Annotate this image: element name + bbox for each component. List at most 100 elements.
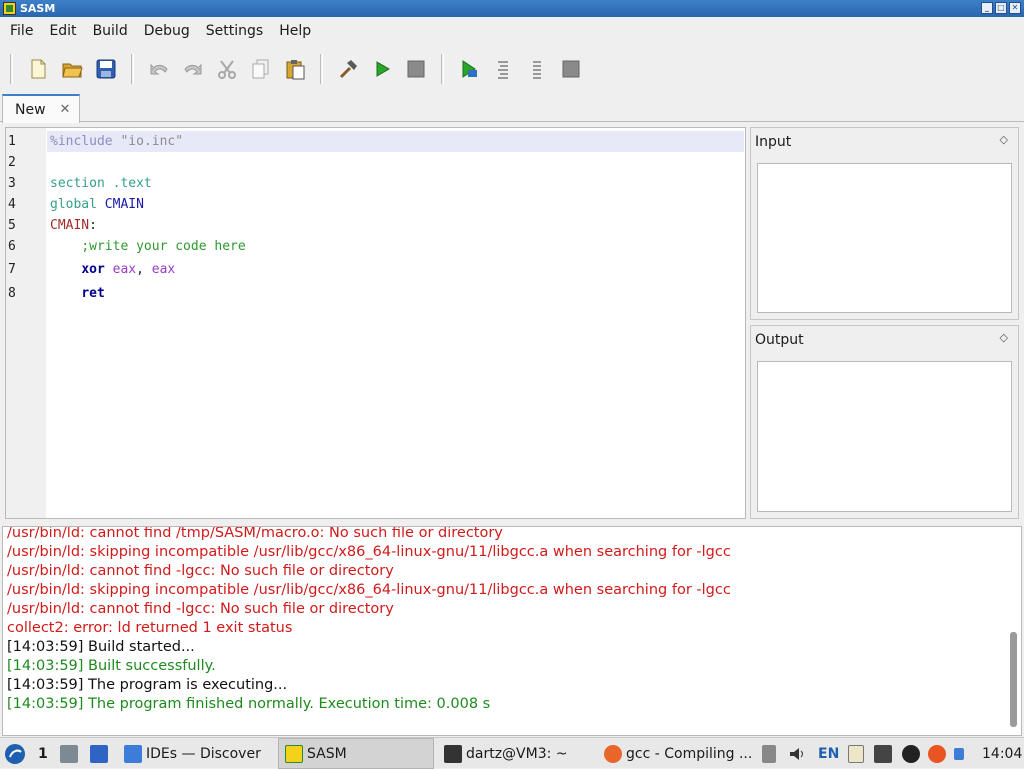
log-line-error: /usr/bin/ld: cannot find -lgcc: No such … [7,601,394,617]
build-log[interactable]: /usr/bin/ld: cannot find /tmp/SASM/macro… [2,526,1022,736]
tray-removable-media[interactable] [762,738,776,769]
menu-file[interactable]: File [2,17,41,45]
line-number: 6 [8,239,16,254]
usb-drive-icon [762,744,776,763]
step-over-icon [498,61,508,79]
task-label: SASM [307,745,347,762]
debug-button[interactable] [452,52,486,86]
code-line[interactable]: 1 %include "io.inc" [6,131,745,152]
desktop-icon [90,744,108,763]
window-titlebar[interactable]: SASM _ □ ✕ [0,0,1024,17]
step-into-icon [533,61,541,79]
instruction: ret [81,286,105,301]
task-label: dartz@VM3: ~ [466,745,568,762]
line-number: 2 [8,155,16,170]
code-line[interactable]: 2 [6,152,745,173]
maximize-icon[interactable]: □ [995,2,1007,14]
log-scrollbar[interactable] [1010,632,1017,727]
taskbar: 1 IDEs — Discover SASM dartz@VM3: ~ gcc … [0,737,1024,769]
code-line[interactable]: 4 global CMAIN [6,194,745,215]
input-textarea[interactable] [757,163,1012,313]
code-line[interactable]: 3 section .text [6,173,745,194]
desktop-switcher[interactable]: 1 [38,738,48,769]
code-line[interactable]: 7 xor eax, eax [6,259,745,280]
tray-clipboard[interactable] [848,738,864,769]
menu-help[interactable]: Help [271,17,319,45]
debug-icon [462,60,477,78]
tray-keyboard-layout[interactable]: EN [818,738,839,769]
step-into-button[interactable] [520,52,554,86]
task-terminal[interactable]: dartz@VM3: ~ [438,738,596,769]
clock[interactable]: 14:04 [982,738,1022,769]
stop-button[interactable] [399,52,433,86]
redo-button[interactable] [176,52,210,86]
show-desktop-launcher[interactable] [90,738,108,769]
code-line[interactable]: 5 CMAIN: [6,215,745,236]
copy-button[interactable] [244,52,278,86]
instruction: xor [81,262,105,277]
stop-debug-icon [562,60,580,78]
float-panel-icon[interactable]: ◇ [1000,133,1008,146]
tray-notification[interactable] [954,738,964,769]
menu-settings[interactable]: Settings [198,17,271,45]
clock-time: 14:04 [982,745,1023,762]
log-line-success: [14:03:59] The program finished normally… [7,696,491,712]
stop-icon [407,60,425,78]
play-icon [376,61,390,77]
open-file-button[interactable] [55,52,89,86]
code-line[interactable]: 6 ;write your code here [6,236,745,257]
tab-bar: New ✕ [0,94,1024,123]
cut-button[interactable] [210,52,244,86]
tray-volume[interactable] [788,738,806,769]
tab-label: New [15,101,46,118]
firefox-icon [604,744,622,763]
code-comment: ;write your code here [81,239,246,254]
float-panel-icon[interactable]: ◇ [1000,331,1008,344]
tray-updates[interactable] [902,738,920,769]
menu-edit[interactable]: Edit [41,17,84,45]
menu-debug[interactable]: Debug [136,17,198,45]
undo-icon [150,63,168,75]
code-editor[interactable]: 1 %include "io.inc" 2 3 section .text 4 … [5,127,746,519]
save-icon [96,59,116,79]
start-menu-button[interactable] [4,738,26,769]
task-sasm[interactable]: SASM [278,738,434,769]
run-button[interactable] [365,52,399,86]
line-number: 4 [8,197,16,212]
step-over-button[interactable] [486,52,520,86]
close-icon[interactable]: ✕ [1009,2,1021,14]
new-file-button[interactable] [21,52,55,86]
menu-build[interactable]: Build [85,17,136,45]
task-firefox[interactable]: gcc - Compiling ... [598,738,756,769]
log-line-success: [14:03:59] Built successfully. [7,658,216,674]
stop-debug-button[interactable] [554,52,588,86]
line-number: 3 [8,176,16,191]
register: eax [112,262,137,277]
notification-icon [954,747,964,760]
code-line[interactable]: 8 ret [6,283,745,304]
sasm-app-icon [3,2,16,15]
register: eax [151,262,176,277]
task-discover[interactable]: IDEs — Discover [118,738,276,769]
output-panel: Output ◇ [750,325,1019,519]
tab-new[interactable]: New ✕ [2,94,80,123]
output-textarea[interactable] [757,361,1012,512]
log-line-error: /usr/bin/ld: skipping incompatible /usr/… [7,544,731,560]
paste-icon [286,60,305,80]
tab-close-icon[interactable]: ✕ [60,102,71,117]
tray-ubuntu[interactable] [928,738,946,769]
minimize-icon[interactable]: _ [981,2,993,14]
save-button[interactable] [89,52,123,86]
undo-button[interactable] [142,52,176,86]
discover-icon [124,744,142,763]
build-button[interactable] [331,52,365,86]
paste-button[interactable] [278,52,312,86]
log-line-error: collect2: error: ld returned 1 exit stat… [7,620,293,636]
keyboard-layout-label: EN [818,745,840,762]
global-keyword: global [50,197,97,212]
file-manager-launcher[interactable] [60,738,78,769]
tray-network[interactable] [874,738,892,769]
lubuntu-logo-icon [5,743,25,764]
label-colon: : [89,218,97,233]
operand-comma: , [136,262,144,277]
